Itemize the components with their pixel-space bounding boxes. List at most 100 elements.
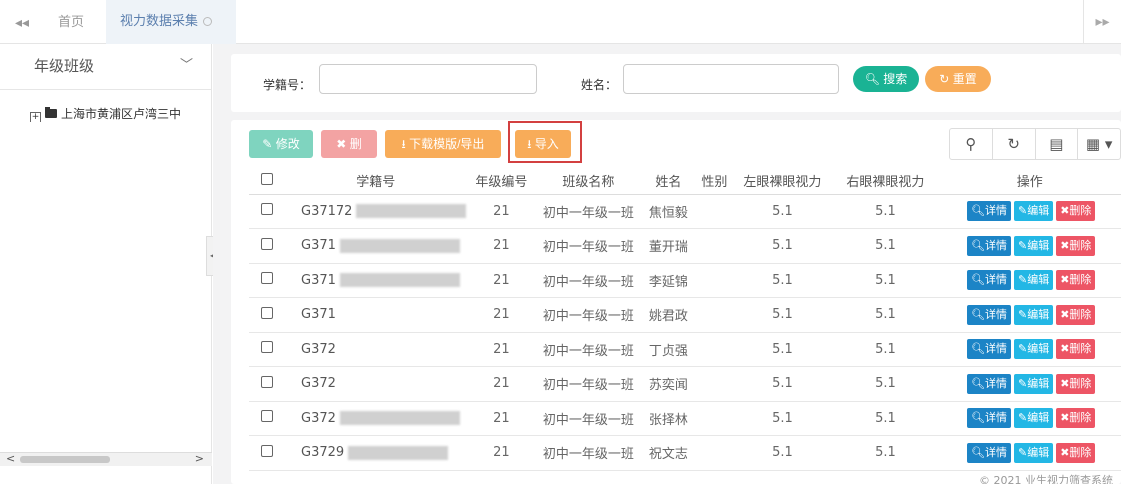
detail-button[interactable]: 🔍︎详情 <box>967 373 1011 394</box>
edit-button[interactable]: ✎ 修改 <box>249 130 313 158</box>
row-delete-button[interactable]: ✖删除 <box>1056 373 1096 394</box>
right-eye-cell: 5.1 <box>832 228 939 264</box>
row-delete-label: 删除 <box>1069 411 1092 425</box>
row-select-cell[interactable] <box>249 332 285 367</box>
reset-button[interactable]: ↻ 重置 <box>925 66 991 92</box>
column-header[interactable]: 学籍号 <box>285 168 467 195</box>
columns-icon[interactable]: ▦ ▾ <box>1078 129 1120 159</box>
detail-button[interactable]: 🔍︎详情 <box>967 235 1011 256</box>
row-checkbox[interactable] <box>261 237 273 250</box>
column-header[interactable]: 左眼裸眼视力 <box>732 168 833 195</box>
select-all-checkbox[interactable] <box>261 172 273 185</box>
row-edit-button[interactable]: ✎编辑 <box>1013 408 1054 429</box>
blurred-region <box>339 411 460 426</box>
table-row[interactable]: G37172 21 初中一年级一班 焦恒毅 5.1 5.1 🔍︎详情 ✎编辑 ✖删除 <box>249 194 1121 229</box>
row-select-cell[interactable] <box>249 297 285 333</box>
row-delete-button[interactable]: ✖删除 <box>1056 270 1096 291</box>
search-icon: 🔍︎ <box>864 72 884 86</box>
column-header[interactable]: 右眼裸眼视力 <box>832 168 939 195</box>
left-eye-cell: 5.1 <box>732 297 833 333</box>
column-header[interactable]: 班级名称 <box>536 168 641 195</box>
tab-home[interactable]: 首页 <box>58 10 84 36</box>
table-row[interactable]: G372 21 初中一年级一班 丁贞强 5.1 5.1 🔍︎详情 ✎编辑 ✖删除 <box>249 332 1121 367</box>
blurred-region <box>348 445 449 460</box>
table-row[interactable]: G371 21 初中一年级一班 董开瑞 5.1 5.1 🔍︎详情 ✎编辑 ✖删除 <box>249 228 1121 264</box>
row-edit-button[interactable]: ✎编辑 <box>1013 373 1054 394</box>
tab-scroll-left-icon[interactable]: ◂◂ <box>8 12 36 34</box>
table-row[interactable]: G3729 21 初中一年级一班 祝文志 5.1 5.1 🔍︎详情 ✎编辑 ✖删除 <box>249 435 1121 471</box>
detail-button[interactable]: 🔍︎详情 <box>967 304 1011 325</box>
import-button[interactable]: ⭳ 导入 <box>515 130 571 158</box>
tree-node-school[interactable]: + 上海市黄浦区卢湾三中 <box>30 106 212 122</box>
right-eye-cell: 5.1 <box>832 263 939 298</box>
sidebar-header[interactable]: 年级班级 ﹀ <box>0 44 211 90</box>
select-all-cell[interactable] <box>249 168 285 195</box>
detail-button[interactable]: 🔍︎详情 <box>967 442 1011 463</box>
row-select-cell[interactable] <box>249 366 285 402</box>
scrollbar-thumb[interactable] <box>20 456 110 463</box>
column-header[interactable]: 年级编号 <box>466 168 537 195</box>
expand-icon[interactable]: + <box>30 112 41 122</box>
row-checkbox[interactable] <box>261 410 273 423</box>
row-edit-button[interactable]: ✎编辑 <box>1013 235 1054 256</box>
row-delete-button[interactable]: ✖删除 <box>1056 304 1096 325</box>
grade-cell: 21 <box>466 332 537 367</box>
search-icon[interactable]: ⚲ <box>950 129 993 159</box>
delete-button[interactable]: ✖ 删除 <box>321 130 377 179</box>
row-delete-label: 删除 <box>1069 204 1092 218</box>
student-id-cell: G371 <box>285 297 467 333</box>
refresh-icon[interactable]: ↻ <box>993 129 1036 159</box>
name-input[interactable] <box>623 64 839 94</box>
row-delete-button[interactable]: ✖删除 <box>1056 339 1096 360</box>
row-edit-button[interactable]: ✎编辑 <box>1013 304 1054 325</box>
row-select-cell[interactable] <box>249 435 285 471</box>
tab-vision-data[interactable]: 视力数据采集 <box>106 0 236 44</box>
table-row[interactable]: G371 21 初中一年级一班 李延锦 5.1 5.1 🔍︎详情 ✎编辑 ✖删除 <box>249 263 1121 298</box>
toggle-view-icon[interactable]: ▤ <box>1036 129 1079 159</box>
row-checkbox[interactable] <box>261 444 273 457</box>
row-checkbox[interactable] <box>261 341 273 354</box>
detail-label: 详情 <box>984 411 1007 425</box>
gender-cell <box>696 435 733 471</box>
row-delete-button[interactable]: ✖删除 <box>1056 235 1096 256</box>
chevron-down-icon[interactable]: ﹀ <box>180 44 193 88</box>
scroll-left-icon[interactable]: < <box>6 452 15 465</box>
row-checkbox[interactable] <box>261 306 273 319</box>
column-header[interactable]: 性别 <box>696 168 733 195</box>
right-eye-cell: 5.1 <box>832 401 939 436</box>
row-checkbox[interactable] <box>261 375 273 388</box>
row-delete-button[interactable]: ✖删除 <box>1056 442 1096 463</box>
detail-button[interactable]: 🔍︎详情 <box>967 408 1011 429</box>
student-id-cell: G372 <box>285 401 467 436</box>
grade-cell: 21 <box>466 401 537 436</box>
row-edit-button[interactable]: ✎编辑 <box>1013 442 1054 463</box>
search-button[interactable]: 🔍︎ 搜索 <box>853 66 919 92</box>
row-edit-button[interactable]: ✎编辑 <box>1013 270 1054 291</box>
detail-button[interactable]: 🔍︎详情 <box>967 270 1011 291</box>
student-id-cell: G3729 <box>285 435 467 471</box>
table-row[interactable]: G371 21 初中一年级一班 姚君政 5.1 5.1 🔍︎详情 ✎编辑 ✖删除 <box>249 297 1121 333</box>
horizontal-scrollbar[interactable]: < > <box>0 452 212 466</box>
row-delete-button[interactable]: ✖删除 <box>1056 408 1096 429</box>
row-select-cell[interactable] <box>249 263 285 298</box>
table-header-row: 学籍号 年级编号 班级名称 姓名 性别 左眼裸眼视力 右眼裸眼视力 操作 <box>249 168 1121 195</box>
class-cell: 初中一年级一班 <box>536 194 641 229</box>
scroll-right-icon[interactable]: > <box>195 452 204 465</box>
detail-button[interactable]: 🔍︎详情 <box>967 339 1011 360</box>
row-edit-button[interactable]: ✎编辑 <box>1013 201 1054 222</box>
row-delete-button[interactable]: ✖删除 <box>1056 201 1096 222</box>
row-edit-button[interactable]: ✎编辑 <box>1013 339 1054 360</box>
row-select-cell[interactable] <box>249 228 285 264</box>
table-row[interactable]: G372 21 初中一年级一班 张择林 5.1 5.1 🔍︎详情 ✎编辑 ✖删除 <box>249 401 1121 436</box>
download-template-export-button[interactable]: ⭳ 下载模版/导出 <box>385 130 501 158</box>
row-checkbox[interactable] <box>261 272 273 285</box>
tab-scroll-right-icon[interactable]: ▸▸ <box>1083 0 1121 44</box>
student-id-input[interactable] <box>319 64 537 94</box>
table-row[interactable]: G372 21 初中一年级一班 苏奕闻 5.1 5.1 🔍︎详情 ✎编辑 ✖删除 <box>249 366 1121 402</box>
column-header[interactable]: 姓名 <box>640 168 697 195</box>
row-select-cell[interactable] <box>249 194 285 229</box>
detail-button[interactable]: 🔍︎详情 <box>967 201 1011 222</box>
row-select-cell[interactable] <box>249 401 285 436</box>
close-tab-icon[interactable] <box>203 17 213 26</box>
row-checkbox[interactable] <box>261 203 273 216</box>
